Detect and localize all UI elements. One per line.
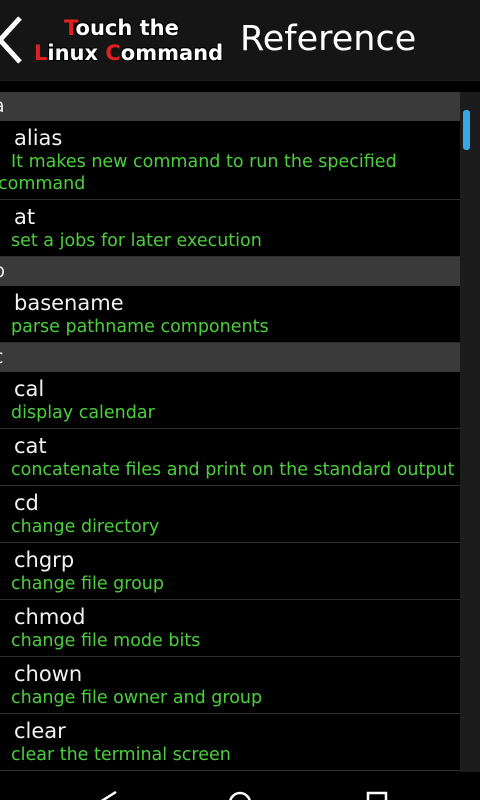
list-item-chgrp[interactable]: chgrp change file group [0,543,460,600]
command-name: clear [14,719,66,743]
nav-back-icon [100,790,117,800]
command-description: parse pathname components [11,317,269,337]
section-letter: b [0,260,5,282]
logo-letter: T [64,16,76,40]
nav-home-icon [229,791,251,800]
list-item-cd[interactable]: cd change directory [0,486,460,543]
command-name: cd [14,491,39,515]
command-description: change file owner and group [11,688,263,708]
nav-recents-icon [366,791,388,800]
command-description: clear the terminal screen [11,745,231,765]
nav-home-button[interactable] [228,788,252,800]
command-name: at [14,205,36,229]
command-name: chmod [14,605,86,629]
nav-recents-button[interactable] [366,788,388,800]
list-item-alias[interactable]: alias It makes new command to run the sp… [0,121,460,200]
nav-back-button[interactable] [96,788,118,800]
logo-text: inux [47,41,106,65]
list-item-cal[interactable]: cal display calendar [0,372,460,429]
section-letter: c [0,346,3,368]
chevron-left-icon [0,16,22,64]
list-item-at[interactable]: at set a jobs for later execution [0,200,460,257]
command-name: basename [14,291,124,315]
command-description: change file mode bits [11,631,201,651]
command-description: It makes new command to run the specifie… [11,152,397,172]
command-description: concatenate files and print on the stand… [11,460,455,480]
scrollbar-track[interactable] [460,92,480,772]
logo-letter: L [34,41,48,65]
command-description: display calendar [11,403,155,423]
logo-line-1: Touch the [64,16,179,40]
app-logo[interactable]: Touch the Linux Command [34,14,223,68]
header-bar: Touch the Linux Command Reference [0,0,480,81]
section-header-c: c [0,343,460,372]
list-item-clear[interactable]: clear clear the terminal screen [0,714,460,771]
command-description: command [0,174,86,194]
section-letter: a [0,95,5,117]
command-description: set a jobs for later execution [11,231,262,251]
command-name: cat [14,434,47,458]
list-item-chown[interactable]: chown change file owner and group [0,657,460,714]
command-description: change file group [11,574,165,594]
command-list[interactable]: a alias It makes new command to run the … [0,92,460,772]
list-item-cat[interactable]: cat concatenate files and print on the s… [0,429,460,486]
logo-text: ouch the [75,16,179,40]
back-button[interactable] [0,12,28,68]
section-header-b: b [0,257,460,286]
command-name: chown [14,662,83,686]
command-description: change directory [11,517,160,537]
command-name: cal [14,377,45,401]
command-name: chgrp [14,548,75,572]
section-header-a: a [0,92,460,121]
system-nav-bar [0,772,480,800]
list-item-chmod[interactable]: chmod change file mode bits [0,600,460,657]
page-title: Reference [240,19,417,59]
command-name: alias [14,126,63,150]
app-screen: Touch the Linux Command Reference a alia… [0,0,480,800]
logo-line-2: Linux Command [34,41,223,65]
list-item-basename[interactable]: basename parse pathname components [0,286,460,343]
logo-text: ommand [120,41,224,65]
logo-letter: C [105,41,121,65]
scrollbar-thumb[interactable] [463,110,470,150]
